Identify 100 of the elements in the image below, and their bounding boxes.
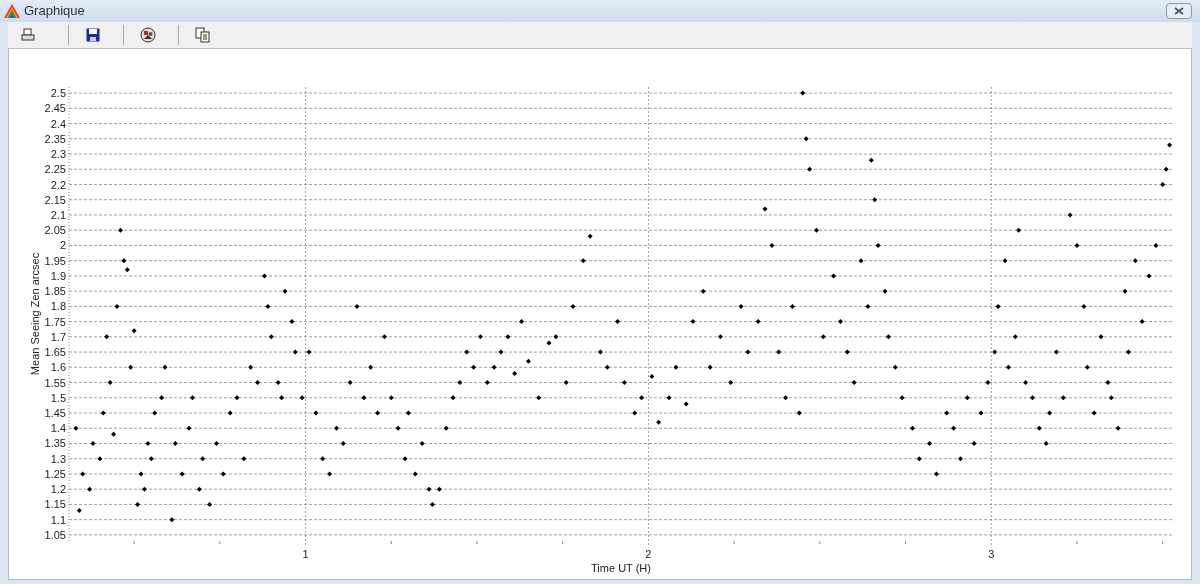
- data-point: [1047, 410, 1053, 416]
- data-point: [892, 364, 898, 370]
- data-point: [865, 303, 871, 309]
- data-point: [1053, 349, 1059, 355]
- data-point: [995, 303, 1001, 309]
- data-point: [347, 380, 353, 386]
- data-point: [971, 441, 977, 446]
- data-point: [927, 441, 933, 446]
- data-point: [1029, 395, 1035, 401]
- data-point: [426, 486, 432, 492]
- data-point: [951, 425, 957, 431]
- data-point: [882, 288, 888, 294]
- data-point: [76, 508, 82, 514]
- data-point: [1067, 212, 1073, 218]
- data-point: [1115, 425, 1121, 431]
- tick-label: 2: [645, 548, 652, 560]
- data-point: [964, 395, 970, 401]
- data-point: [707, 364, 713, 370]
- data-point: [875, 242, 881, 248]
- data-point: [837, 319, 843, 325]
- data-point: [200, 456, 206, 462]
- data-point: [395, 425, 401, 431]
- data-point: [186, 425, 192, 431]
- data-point: [436, 486, 442, 492]
- data-point: [666, 395, 672, 401]
- data-point: [909, 425, 915, 431]
- data-point: [580, 258, 586, 264]
- data-point: [457, 380, 463, 386]
- data-point: [282, 288, 288, 294]
- data-point: [728, 380, 734, 386]
- data-point: [104, 334, 110, 340]
- data-point: [443, 425, 449, 431]
- data-point: [868, 157, 874, 163]
- data-point: [512, 370, 518, 376]
- tick-label: 1.95: [44, 254, 66, 267]
- data-point: [90, 441, 96, 446]
- data-point: [700, 288, 706, 294]
- data-point: [738, 303, 744, 309]
- data-point: [128, 364, 134, 370]
- data-point: [1081, 303, 1087, 309]
- data-point: [992, 349, 998, 355]
- data-point: [978, 410, 984, 416]
- data-point: [275, 380, 281, 386]
- data-point: [299, 395, 305, 401]
- data-point: [227, 410, 233, 416]
- data-point: [885, 334, 891, 340]
- data-point: [340, 441, 346, 446]
- tick-label: 2.3: [50, 148, 66, 161]
- tick-label: 1.3: [50, 452, 66, 465]
- data-point: [536, 395, 542, 401]
- data-point: [388, 395, 394, 401]
- data-point: [1016, 227, 1022, 233]
- data-point: [405, 410, 411, 416]
- data-point: [375, 410, 381, 416]
- data-point: [1122, 288, 1128, 294]
- data-point: [80, 471, 86, 477]
- close-button[interactable]: [1166, 3, 1192, 19]
- data-point: [471, 364, 477, 370]
- data-point: [412, 471, 418, 477]
- data-point: [944, 410, 950, 416]
- data-point: [477, 334, 483, 340]
- data-point: [73, 425, 79, 431]
- close-icon: [1174, 7, 1184, 15]
- data-point: [491, 364, 497, 370]
- data-point: [1043, 441, 1049, 446]
- data-point: [690, 319, 696, 325]
- data-point: [563, 380, 569, 386]
- data-point: [858, 258, 864, 264]
- data-point: [172, 441, 178, 446]
- data-point: [1146, 273, 1152, 279]
- data-point: [189, 395, 195, 401]
- tick-label: 1.75: [44, 315, 66, 328]
- tick-label: 1.6: [50, 361, 66, 374]
- data-point: [179, 471, 185, 477]
- data-point: [1153, 242, 1159, 248]
- data-point: [159, 395, 165, 401]
- data-point: [361, 395, 367, 401]
- data-point: [402, 456, 408, 462]
- data-point: [673, 364, 679, 370]
- data-point: [1036, 425, 1042, 431]
- tick-label: 1.25: [44, 467, 66, 480]
- data-point: [1125, 349, 1131, 355]
- data-point: [265, 303, 271, 309]
- tick-label: 1.4: [50, 422, 66, 435]
- data-point: [656, 419, 662, 425]
- data-point: [1091, 410, 1097, 416]
- tick-label: 2.35: [44, 132, 66, 145]
- tick-label: 1.05: [44, 528, 66, 541]
- tick-label: 1.1: [50, 513, 66, 526]
- data-point: [121, 258, 127, 264]
- axis-title: Mean Seeing Zen arcsec: [29, 252, 41, 376]
- data-point: [87, 486, 93, 492]
- tick-label: 1.5: [50, 391, 66, 404]
- data-point: [803, 136, 809, 142]
- tick-label: 1: [302, 548, 309, 560]
- data-point: [255, 380, 261, 386]
- data-point: [1005, 364, 1011, 370]
- data-point: [872, 197, 878, 203]
- data-point: [933, 471, 939, 477]
- data-point: [234, 395, 240, 401]
